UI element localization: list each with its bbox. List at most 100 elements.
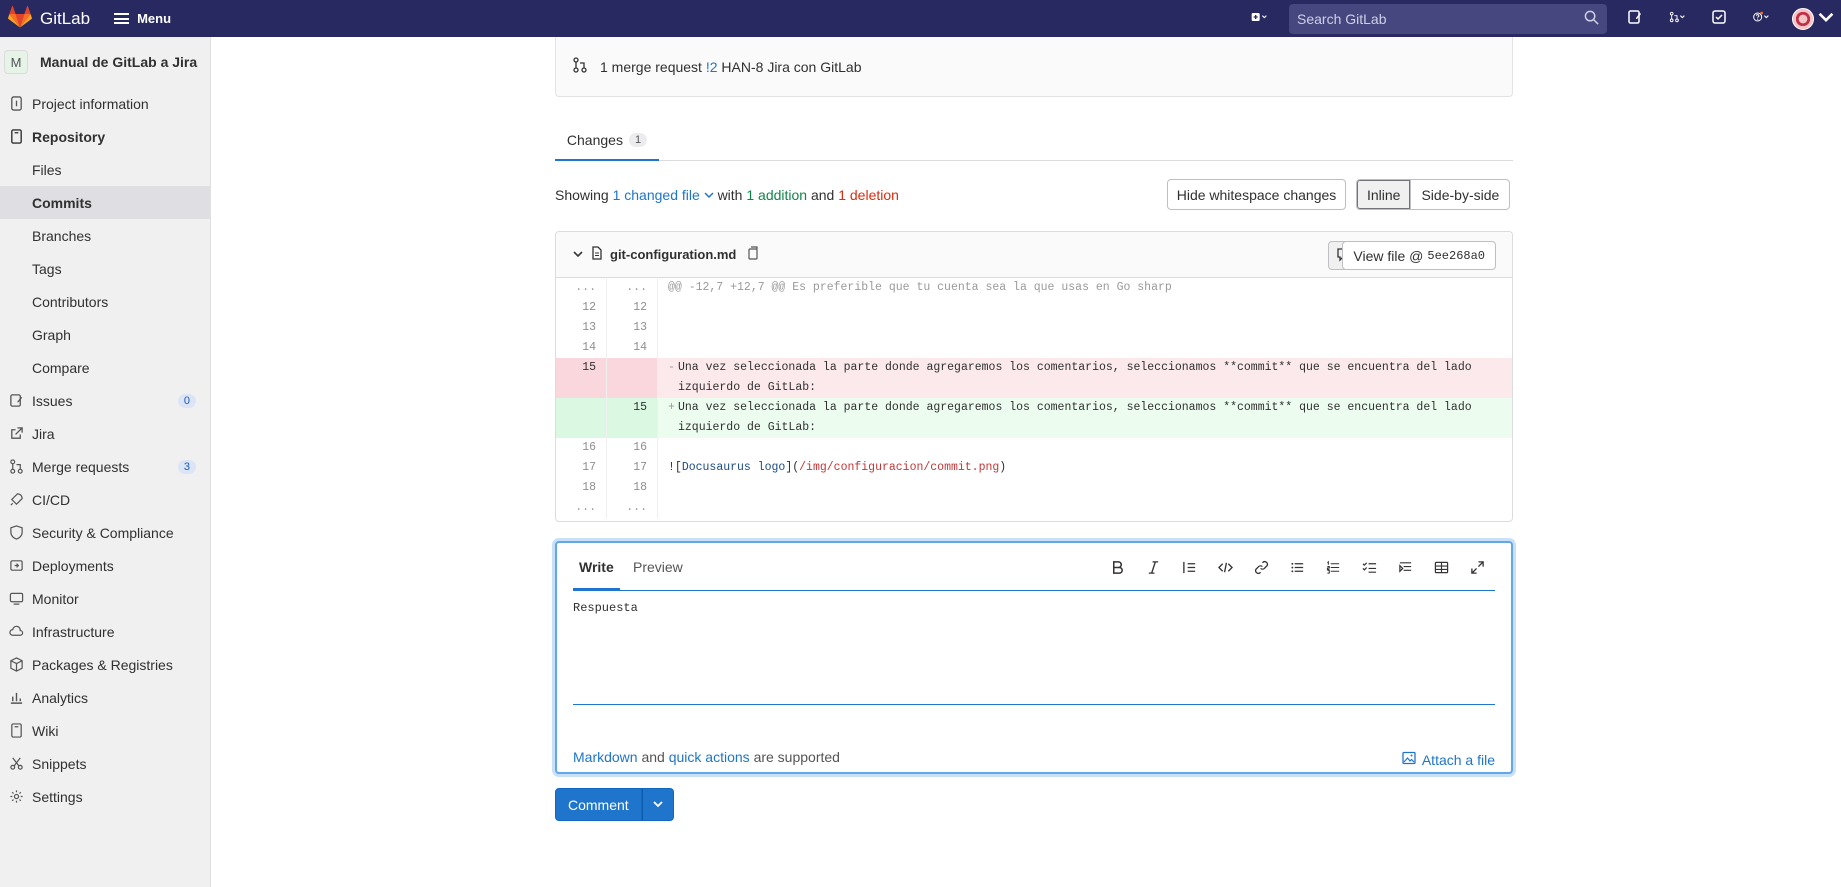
sidebar-item-project-information[interactable]: Project information (0, 87, 210, 120)
comment-button[interactable]: Comment (555, 788, 642, 821)
collapse-chevron-icon[interactable] (572, 247, 584, 263)
sidebar-item-snippets[interactable]: Snippets (0, 747, 210, 780)
new-line-number[interactable]: 17 (607, 458, 658, 478)
sidebar-item-label: Graph (32, 326, 71, 343)
numbered-list-icon[interactable] (1315, 555, 1351, 579)
task-list-icon[interactable] (1351, 555, 1387, 579)
search-input[interactable] (1297, 10, 1584, 27)
sidebar-item-commits[interactable]: Commits (0, 186, 210, 219)
new-line-number[interactable]: 12 (607, 298, 658, 318)
sidebar-item-repository[interactable]: Repository (0, 120, 210, 153)
bullet-list-icon[interactable] (1279, 555, 1315, 579)
new-line-number[interactable]: 18 (607, 478, 658, 498)
quote-icon[interactable] (1171, 555, 1207, 579)
old-line-number[interactable]: 14 (556, 338, 607, 358)
tab-write[interactable]: Write (573, 559, 620, 590)
collapsible-section-icon[interactable] (1387, 555, 1423, 579)
sidebar-item-security-compliance[interactable]: Security & Compliance (0, 516, 210, 549)
link-icon[interactable] (1243, 555, 1279, 579)
changes-count-badge: 1 (628, 132, 648, 147)
sidebar-item-issues[interactable]: Issues 0 (0, 384, 210, 417)
sidebar-item-label: Commits (32, 194, 92, 211)
sidebar-item-branches[interactable]: Branches (0, 219, 210, 252)
gear-icon (8, 789, 24, 805)
merge-requests-button[interactable] (1653, 0, 1701, 37)
sidebar-item-settings[interactable]: Settings (0, 780, 210, 813)
md-image-alt: Docusaurus logo (681, 461, 786, 474)
tab-changes[interactable]: Changes 1 (555, 120, 659, 161)
old-line-number[interactable]: ... (556, 278, 607, 298)
new-line-number[interactable]: 16 (607, 438, 658, 458)
sidebar-item-deployments[interactable]: Deployments (0, 549, 210, 582)
diff-line: 13 13 (556, 318, 1512, 338)
sidebar-item-wiki[interactable]: Wiki (0, 714, 210, 747)
sidebar-item-infrastructure[interactable]: Infrastructure (0, 615, 210, 648)
attach-file-button[interactable]: Attach a file (1402, 751, 1495, 768)
project-header[interactable]: M Manual de GitLab a Jira (0, 37, 210, 87)
sidebar-item-compare[interactable]: Compare (0, 351, 210, 384)
sidebar-item-monitor[interactable]: Monitor (0, 582, 210, 615)
sidebar-item-analytics[interactable]: Analytics (0, 681, 210, 714)
side-by-side-button[interactable]: Side-by-side (1411, 179, 1511, 210)
old-line-number[interactable]: 17 (556, 458, 607, 478)
view-file-button[interactable]: View file @5ee268a0 (1342, 241, 1496, 270)
todos-button[interactable] (1701, 0, 1737, 37)
gitlab-home-link[interactable]: GitLab (8, 0, 90, 37)
sidebar-item-label: Packages & Registries (32, 656, 173, 673)
comment-textarea[interactable]: Respuesta (573, 601, 1495, 705)
sidebar-item-tags[interactable]: Tags (0, 252, 210, 285)
help-button[interactable] (1737, 0, 1785, 37)
file-name[interactable]: git-configuration.md (610, 247, 736, 262)
sidebar-item-label: Snippets (32, 755, 87, 772)
merge-request-summary: 1 merge request !2 HAN-8 Jira con GitLab (600, 59, 861, 75)
old-line-number[interactable]: 18 (556, 478, 607, 498)
old-line-number[interactable]: 15 (556, 358, 607, 398)
inline-view-button[interactable]: Inline (1356, 179, 1412, 210)
issues-button[interactable] (1617, 0, 1653, 37)
issues-icon (1627, 9, 1643, 28)
new-line-number[interactable] (607, 358, 658, 398)
user-menu-button[interactable] (1785, 0, 1841, 37)
new-line-number[interactable]: 13 (607, 318, 658, 338)
sidebar-item-files[interactable]: Files (0, 153, 210, 186)
line-code: + Una vez seleccionada la parte donde agr… (658, 398, 1512, 438)
menu-button[interactable]: Menu (114, 11, 171, 26)
tab-preview[interactable]: Preview (633, 559, 683, 575)
table-icon[interactable] (1423, 555, 1459, 579)
fullscreen-icon[interactable] (1459, 555, 1495, 579)
sidebar-item-label: CI/CD (32, 491, 71, 508)
search-box[interactable] (1289, 3, 1607, 34)
code-icon[interactable] (1207, 555, 1243, 579)
sidebar-item-label: Settings (32, 788, 83, 805)
quick-actions-help-link[interactable]: quick actions (669, 749, 750, 765)
sidebar-item-contributors[interactable]: Contributors (0, 285, 210, 318)
changed-files-dropdown[interactable]: 1 changed file (613, 187, 714, 203)
old-line-number[interactable]: 13 (556, 318, 607, 338)
package-icon (8, 657, 24, 673)
sidebar-item-graph[interactable]: Graph (0, 318, 210, 351)
sidebar-item-label: Wiki (32, 722, 59, 739)
markdown-help-link[interactable]: Markdown (573, 749, 638, 765)
old-line-number[interactable]: 16 (556, 438, 607, 458)
comment-type-dropdown[interactable] (641, 788, 674, 821)
old-line-number[interactable]: 12 (556, 298, 607, 318)
new-line-number[interactable]: ... (607, 498, 658, 518)
new-line-number[interactable]: ... (607, 278, 658, 298)
old-line-number[interactable]: ... (556, 498, 607, 518)
new-dropdown-button[interactable] (1235, 0, 1283, 37)
new-line-number[interactable]: 14 (607, 338, 658, 358)
new-line-number[interactable]: 15 (607, 398, 658, 438)
sidebar-item-ci-cd[interactable]: CI/CD (0, 483, 210, 516)
sidebar-item-merge-requests[interactable]: Merge requests 3 (0, 450, 210, 483)
sidebar-item-packages-registries[interactable]: Packages & Registries (0, 648, 210, 681)
copy-icon[interactable] (746, 246, 760, 263)
bold-icon[interactable] (1099, 555, 1135, 579)
italic-icon[interactable] (1135, 555, 1171, 579)
merge-request-link[interactable]: !2 (706, 59, 718, 75)
merge-request-title: HAN-8 Jira con GitLab (721, 58, 862, 75)
diff-line: 18 18 (556, 478, 1512, 498)
old-line-number[interactable] (556, 398, 607, 438)
summary-text: with (717, 187, 743, 203)
sidebar-item-jira[interactable]: Jira (0, 417, 210, 450)
hide-whitespace-button[interactable]: Hide whitespace changes (1167, 179, 1346, 210)
